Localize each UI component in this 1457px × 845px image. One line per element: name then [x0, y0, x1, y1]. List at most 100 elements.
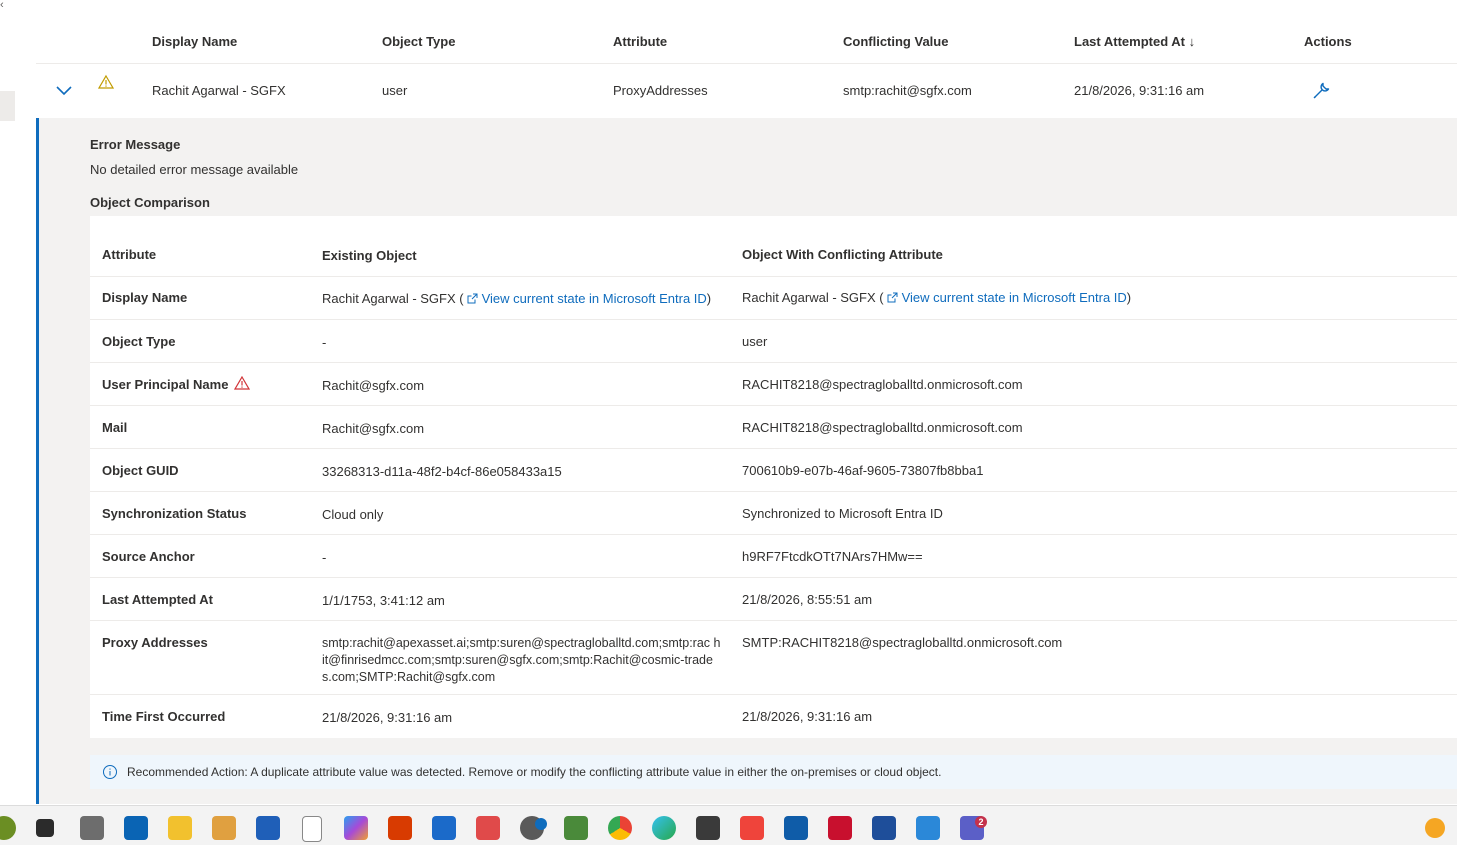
column-header-attribute[interactable]: Attribute — [613, 34, 667, 49]
existing-value: - — [322, 335, 327, 350]
comparison-row-time-first-occurred: Time First Occurred 21/8/2026, 9:31:16 a… — [90, 695, 1457, 738]
weather-icon[interactable] — [1425, 818, 1445, 838]
outlook-icon[interactable] — [784, 816, 808, 840]
comparison-row-sync-status: Synchronization Status Cloud only Synchr… — [90, 492, 1457, 535]
notepad-icon[interactable] — [302, 816, 322, 842]
task-view-icon[interactable] — [36, 819, 54, 837]
recommended-action-text: Recommended Action: A duplicate attribut… — [127, 765, 942, 779]
conflicting-value: 21/8/2026, 9:31:16 am — [742, 709, 873, 724]
conflicting-value: RACHIT8218@spectragloballtd.onmicrosoft.… — [742, 420, 1023, 435]
comparison-row-object-guid: Object GUID 33268313-d11a-48f2-b4cf-86e0… — [90, 449, 1457, 492]
error-message-text: No detailed error message available — [90, 162, 299, 177]
taskbar: 2 — [0, 805, 1457, 845]
existing-display-name-text: Rachit Agarwal - SGFX ( — [322, 291, 464, 306]
column-header-conflicting-value[interactable]: Conflicting Value — [843, 34, 948, 49]
table-header: Display Name Object Type Attribute Confl… — [36, 20, 1457, 64]
wrench-icon[interactable] — [1310, 80, 1332, 102]
column-header-object-type[interactable]: Object Type — [382, 34, 455, 49]
comparison-attr-label: Object GUID — [102, 463, 179, 478]
notes-icon[interactable] — [872, 816, 896, 840]
comparison-attr-label: Display Name — [102, 290, 188, 305]
comparison-header-row: Attribute Existing Object Object With Co… — [90, 216, 1457, 277]
conflicting-value: SMTP:RACHIT8218@spectragloballtd.onmicro… — [742, 635, 1063, 650]
comparison-attr-label: Object Type — [102, 334, 176, 349]
start-icon[interactable] — [0, 816, 16, 840]
anydesk-icon[interactable] — [740, 816, 764, 840]
conflicting-display-name: Rachit Agarwal - SGFX ( View current stat… — [742, 290, 1131, 305]
conflicting-value: user — [742, 334, 768, 349]
office-icon[interactable] — [388, 816, 412, 840]
whiteboard-icon[interactable] — [256, 816, 280, 840]
row-attribute: ProxyAddresses — [613, 83, 708, 98]
file-explorer-icon[interactable] — [168, 816, 192, 840]
comparison-col-conflicting: Object With Conflicting Attribute — [742, 247, 943, 262]
back-chevron-icon[interactable]: ‹ — [0, 0, 6, 11]
object-comparison-table: Attribute Existing Object Object With Co… — [90, 216, 1457, 738]
comparison-row-upn: User Principal Name Rachit@sgfx.com RACH… — [90, 363, 1457, 406]
conflicting-value: RACHIT8218@spectragloballtd.onmicrosoft.… — [742, 377, 1023, 392]
row-conflicting-value: smtp:rachit@sgfx.com — [843, 83, 972, 98]
comparison-attr-label: User Principal Name — [102, 376, 251, 392]
existing-value: smtp:rachit@apexasset.ai;smtp:suren@spec… — [322, 636, 721, 684]
comparison-attr-label: Time First Occurred — [102, 709, 226, 724]
snipping-tool-icon[interactable] — [476, 816, 500, 840]
teams-badge: 2 — [975, 816, 987, 828]
remote-desktop-icon[interactable] — [916, 816, 940, 840]
existing-paren-close: ) — [706, 291, 712, 306]
comparison-attr-label: Proxy Addresses — [102, 635, 208, 650]
comparison-row-display-name: Display Name Rachit Agarwal - SGFX ( View… — [90, 277, 1457, 320]
network-icon[interactable] — [696, 816, 720, 840]
open-external-icon — [887, 292, 898, 303]
error-message-title: Error Message — [90, 137, 181, 152]
m365-copilot-icon[interactable] — [344, 816, 368, 840]
comparison-attr-label: Mail — [102, 420, 128, 435]
row-last-attempted-at: 21/8/2026, 9:31:16 am — [1074, 83, 1205, 98]
existing-entra-link[interactable]: View current state in Microsoft Entra ID — [482, 291, 707, 306]
object-comparison-title: Object Comparison — [90, 195, 210, 210]
comparison-row-proxy-addresses: Proxy Addresses smtp:rachit@apexasset.ai… — [90, 621, 1457, 695]
open-external-icon — [467, 293, 478, 304]
comparison-attr-label: Last Attempted At — [102, 592, 213, 607]
warning-icon — [98, 74, 114, 89]
conflicting-display-name-text: Rachit Agarwal - SGFX ( — [742, 290, 884, 305]
comparison-row-last-attempted: Last Attempted At 1/1/1753, 3:41:12 am 2… — [90, 578, 1457, 621]
conflicting-value: Synchronized to Microsoft Entra ID — [742, 506, 943, 521]
comparison-row-mail: Mail Rachit@sgfx.com RACHIT8218@spectrag… — [90, 406, 1457, 449]
existing-value: 33268313-d11a-48f2-b4cf-86e058433a15 — [322, 464, 562, 479]
comparison-col-attribute: Attribute — [102, 247, 157, 262]
row-object-type: user — [382, 83, 408, 98]
comparison-attr-label: Synchronization Status — [102, 506, 247, 521]
existing-value: 21/8/2026, 9:31:16 am — [322, 710, 453, 725]
paint-icon[interactable] — [212, 816, 236, 840]
existing-value: Cloud only — [322, 507, 384, 522]
store-icon[interactable] — [432, 816, 456, 840]
chrome-icon[interactable] — [608, 816, 632, 840]
edge-icon[interactable] — [652, 816, 676, 840]
row-details-panel: Error Message No detailed error message … — [36, 118, 1457, 804]
existing-value: Rachit@sgfx.com — [322, 378, 425, 393]
existing-display-name: Rachit Agarwal - SGFX ( View current stat… — [322, 290, 722, 307]
conflicting-entra-link[interactable]: View current state in Microsoft Entra ID — [902, 290, 1127, 305]
scanner-icon[interactable] — [80, 816, 104, 840]
clock-badge-icon — [535, 818, 547, 830]
conflicting-value: 21/8/2026, 8:55:51 am — [742, 592, 873, 607]
side-panel-tab[interactable] — [0, 91, 15, 121]
info-icon — [103, 765, 117, 779]
outlook-classic-icon[interactable] — [124, 816, 148, 840]
existing-value: - — [322, 550, 327, 565]
existing-value: 1/1/1753, 3:41:12 am — [322, 593, 445, 608]
row-display-name: Rachit Agarwal - SGFX — [152, 83, 286, 98]
column-header-last-attempted-at[interactable]: Last Attempted At ↓ — [1074, 34, 1195, 49]
recommended-action-bar: Recommended Action: A duplicate attribut… — [90, 755, 1457, 789]
comparison-row-source-anchor: Source Anchor - h9RF7FtcdkOTt7NArs7HMw== — [90, 535, 1457, 578]
upn-label-text: User Principal Name — [102, 377, 229, 392]
table-row[interactable]: Rachit Agarwal - SGFX user ProxyAddresse… — [36, 64, 1457, 119]
comparison-row-object-type: Object Type - user — [90, 320, 1457, 363]
chevron-down-icon[interactable] — [54, 82, 74, 98]
acrobat-icon[interactable] — [828, 816, 852, 840]
charts-icon[interactable] — [564, 816, 588, 840]
conflicting-paren-close: ) — [1126, 290, 1132, 305]
comparison-col-existing: Existing Object — [322, 248, 417, 263]
column-header-display-name[interactable]: Display Name — [152, 34, 237, 49]
existing-value: Rachit@sgfx.com — [322, 421, 425, 436]
